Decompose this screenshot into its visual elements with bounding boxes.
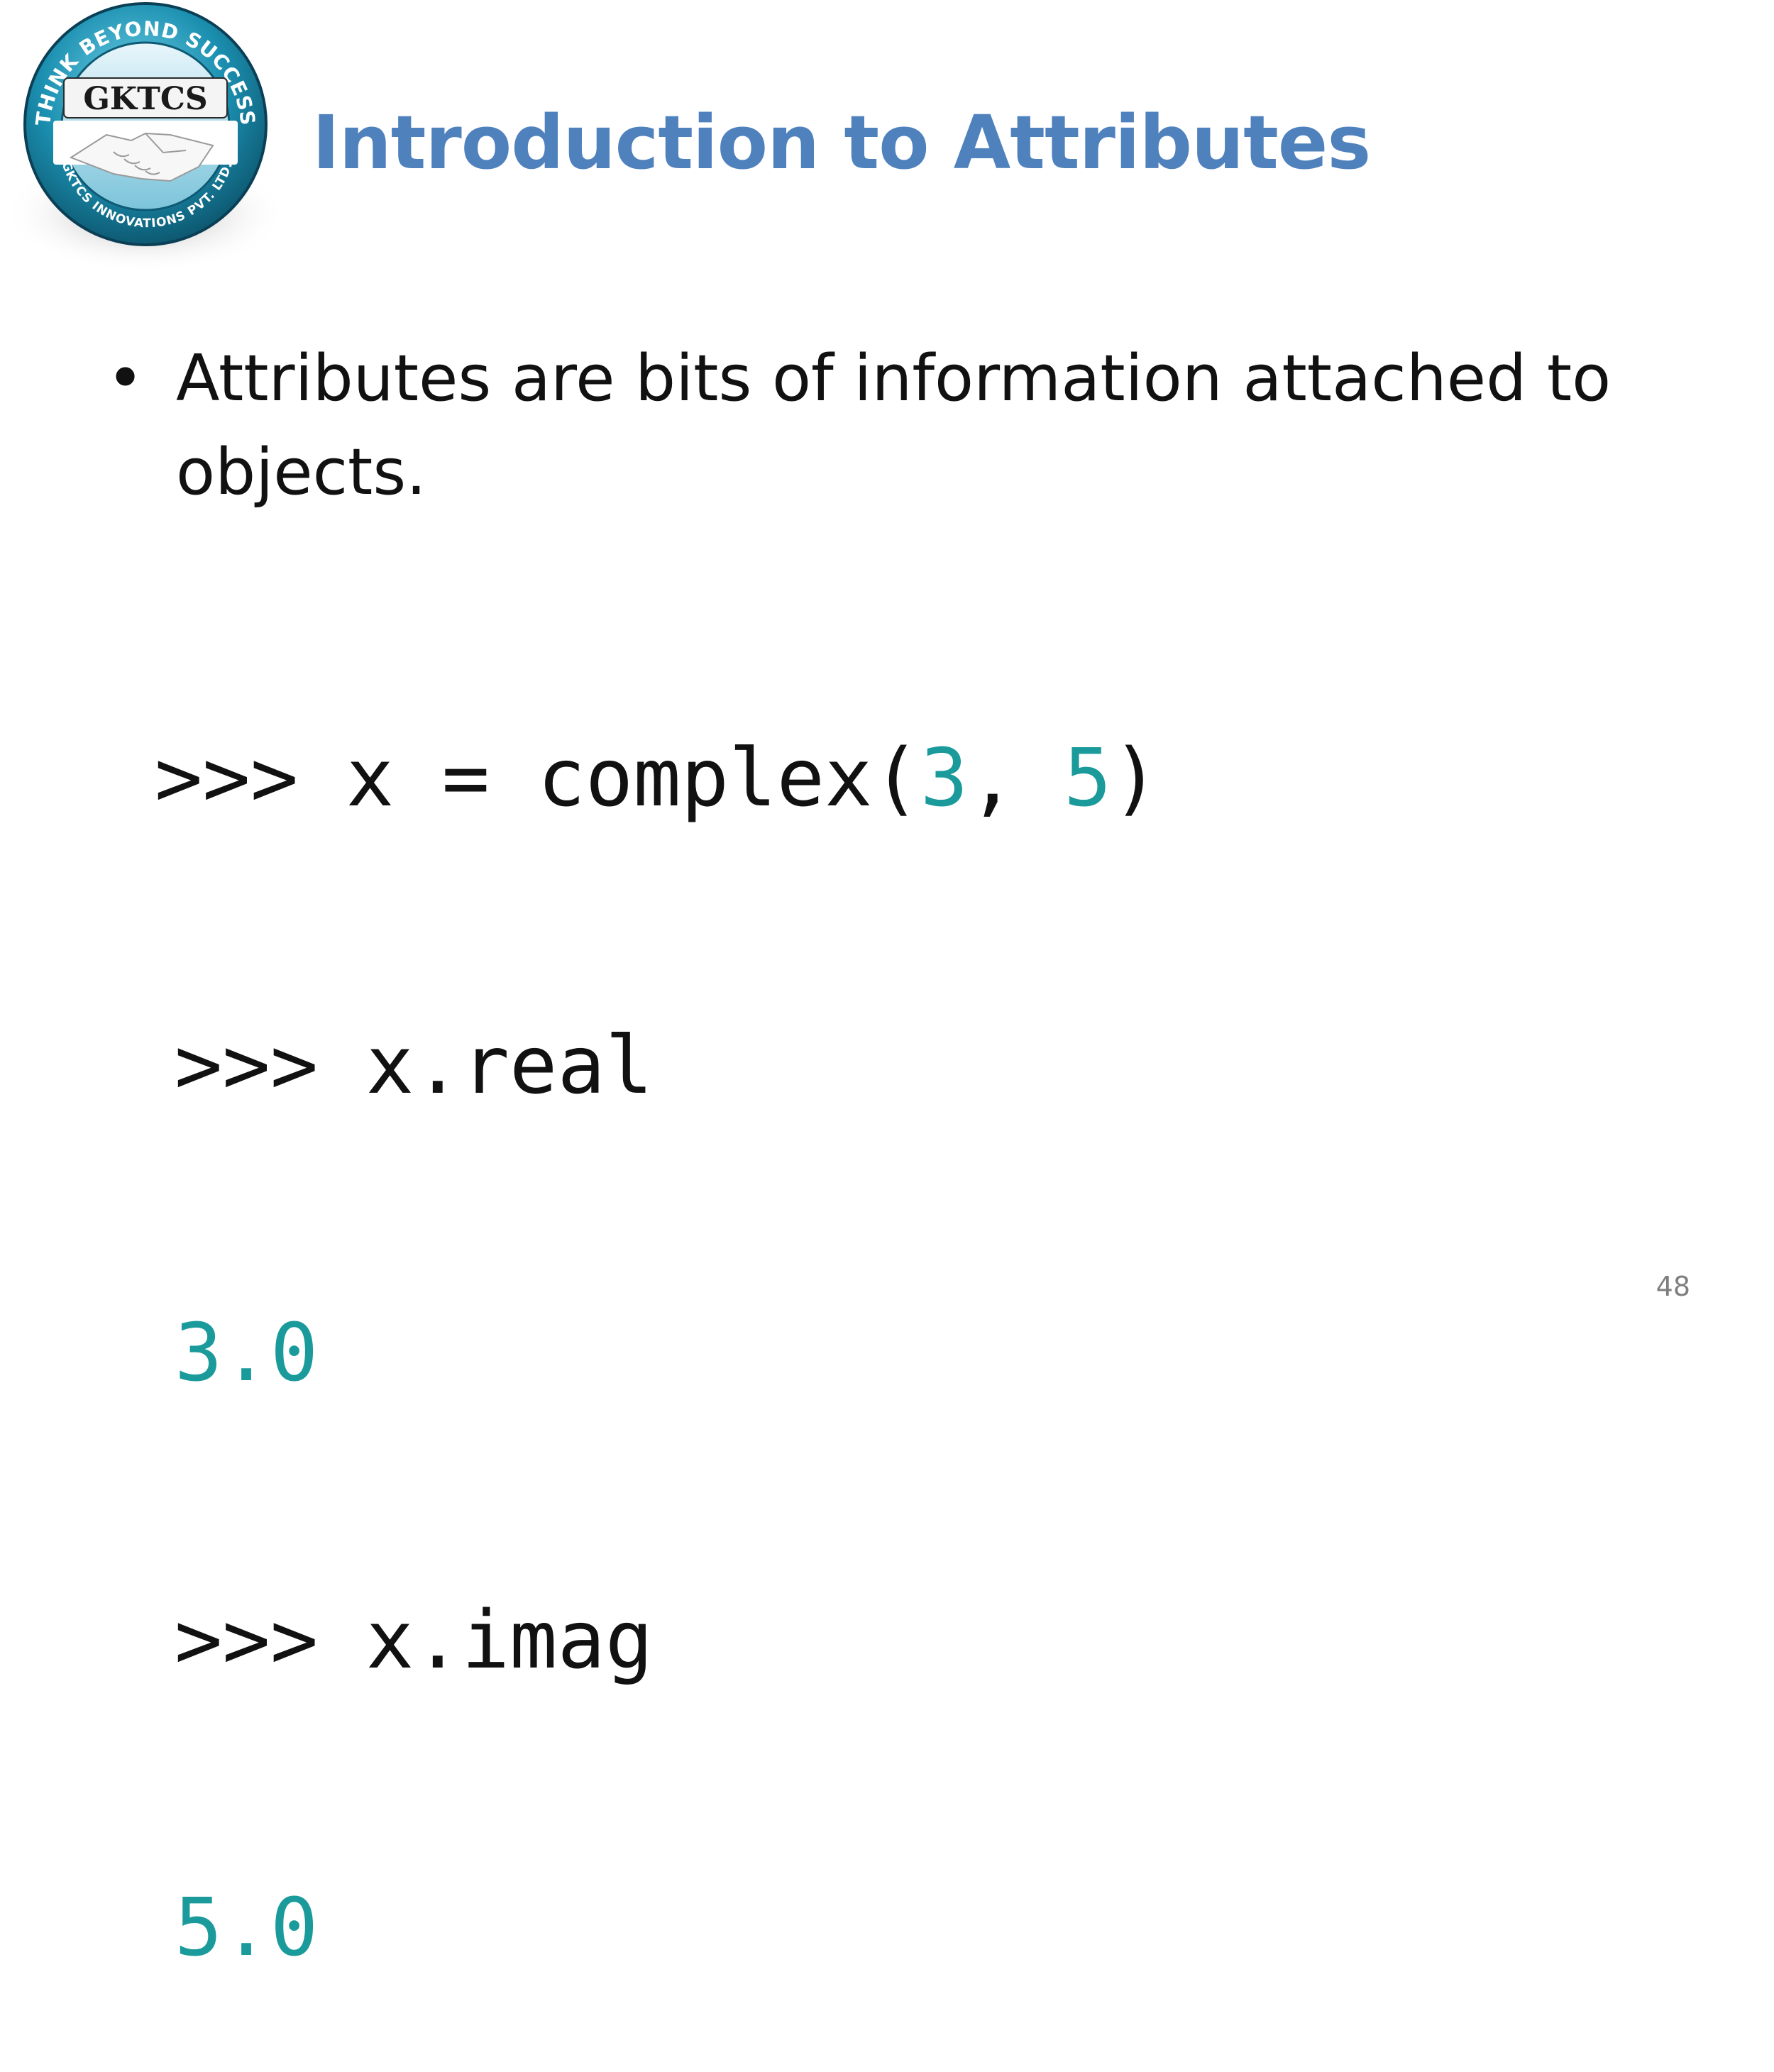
bullet-text: Attributes are bits of information attac…	[176, 341, 1612, 509]
slide-title: Introduction to Attributes	[312, 99, 1371, 186]
code-line-1: >>> x = complex(3, 5)	[155, 731, 1159, 827]
code-block: >>> x = complex(3, 5) >>> x.real 3.0 >>>…	[155, 539, 1159, 2072]
gktcs-logo: THINK BEYOND SUCCESS GKTCS INNOVATIONS P…	[0, 0, 284, 270]
code-line-1-arg1: 3	[920, 732, 969, 825]
code-line-4: >>> x.imag	[175, 1594, 654, 1687]
code-line-3: 3.0	[175, 1307, 319, 1399]
code-line-1-prefix: >>> x = complex(	[155, 732, 920, 825]
code-line-5: 5.0	[175, 1882, 319, 1974]
code-line-1-close: )	[1111, 732, 1160, 825]
code-line-1-arg2: 5	[1064, 732, 1112, 825]
bullet-icon: •	[106, 341, 145, 416]
logo-brand-text: GKTCS	[83, 81, 207, 117]
code-line-1-sep: ,	[968, 732, 1064, 825]
code-line-2: >>> x.real	[175, 1020, 654, 1112]
bullet-point: • Attributes are bits of information att…	[106, 332, 1668, 519]
page-number: 48	[1655, 1271, 1690, 1302]
